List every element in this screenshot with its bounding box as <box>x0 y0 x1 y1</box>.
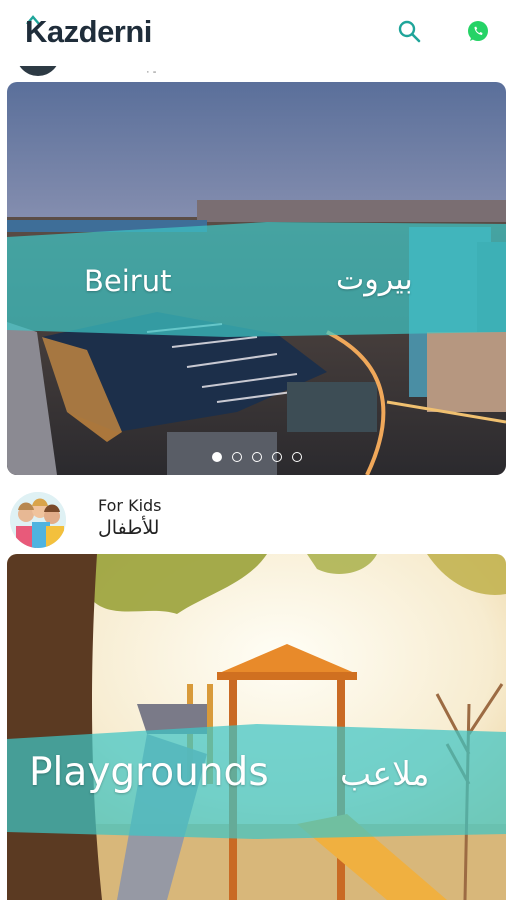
carousel-dot[interactable] <box>252 452 262 462</box>
playground-photo <box>7 554 506 900</box>
category-title-ar: للأطفال <box>98 517 160 539</box>
search-icon[interactable] <box>396 18 422 44</box>
playgrounds-title-en: Playgrounds <box>29 750 269 795</box>
featured-city-card[interactable]: Beirut بيروت <box>7 82 506 475</box>
city-title-en: Beirut <box>84 264 172 298</box>
playgrounds-card[interactable]: Playgrounds ملاعب <box>7 554 506 900</box>
whatsapp-icon[interactable] <box>465 18 491 44</box>
carousel-dot[interactable] <box>212 452 222 462</box>
kids-avatar <box>10 492 66 548</box>
city-title-ar: بيروت <box>336 262 413 297</box>
app-header: Kazderni <box>0 0 506 66</box>
carousel-dot[interactable] <box>232 452 242 462</box>
beirut-photo <box>7 82 506 475</box>
carousel-dot[interactable] <box>292 452 302 462</box>
previous-category-text: · - <box>146 66 157 78</box>
kids-photo <box>10 492 66 548</box>
app-logo[interactable]: Kazderni <box>25 14 152 50</box>
playgrounds-title-ar: ملاعب <box>340 754 430 793</box>
category-row-kids[interactable]: For Kids للأطفال <box>0 487 506 551</box>
carousel-dot[interactable] <box>272 452 282 462</box>
category-title-en: For Kids <box>98 496 162 515</box>
